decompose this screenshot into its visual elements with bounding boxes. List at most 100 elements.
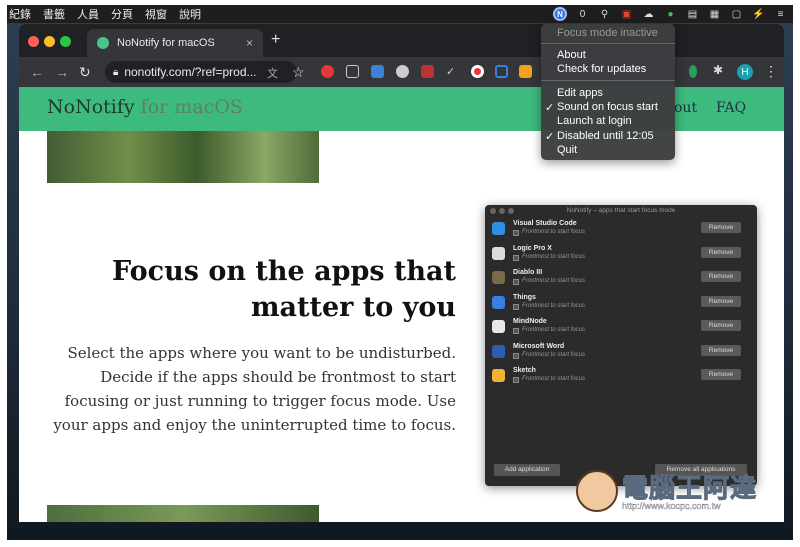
more-menu-icon[interactable]: ⋮ [764,63,778,80]
frontmost-checkbox[interactable] [513,352,519,359]
menu-check-updates[interactable]: Check for updates [557,63,646,75]
extension-icon-10[interactable] [689,65,697,78]
remove-app-button[interactable]: Remove [701,271,741,282]
puzzle-icon[interactable]: ✱ [713,63,726,77]
app-row: Microsoft Word Frontmost to start focus Re… [485,340,757,365]
remove-app-button[interactable]: Remove [701,295,741,307]
tab-nonotify[interactable]: NoNotify for macOS × [87,29,263,57]
site-logo[interactable]: NoNotify for macOS [47,96,243,118]
extension-icon-1[interactable] [321,65,334,78]
extension-icon-3[interactable] [371,65,384,78]
app-name: Sketch [513,367,536,374]
profile-avatar[interactable]: H [737,64,753,80]
cloud-icon[interactable]: ☁ [642,9,655,20]
close-tab-icon[interactable]: × [246,36,253,50]
nav-link-about[interactable]: out [674,100,697,116]
pin-icon[interactable]: ⚲ [598,9,611,20]
frontmost-checkbox[interactable] [513,279,519,285]
app-window-titlebar: NoNotify – apps that start focus mode [485,205,757,217]
close-window-button[interactable] [28,36,39,47]
menu-bookmarks[interactable]: 書籤 [43,6,65,22]
menu-launch-at-login[interactable]: Launch at login [557,115,632,127]
app-name: Microsoft Word [513,342,565,350]
add-application-button[interactable]: Add application [494,464,560,476]
menu-history[interactable]: 紀錄 [9,6,31,22]
frontmost-checkbox[interactable] [513,377,519,383]
new-tab-button[interactable]: + [271,31,280,49]
extension-icon-7[interactable] [471,65,484,78]
control-center-icon[interactable]: ≡ [774,9,787,20]
app-icon [492,320,505,333]
menu-status-text: Focus mode inactive [557,27,658,39]
bookmark-star-icon[interactable]: ☆ [292,64,305,81]
line-icon[interactable]: ● [664,9,677,20]
lock-icon: 🔒︎ [113,66,119,78]
remove-app-button[interactable]: Remove [701,344,741,356]
watermark-text: 電腦王阿達 [621,474,758,505]
app-close-button[interactable] [490,208,496,214]
frontmost-label: Frontmost to start focus [522,253,586,260]
remove-app-button[interactable]: Remove [701,320,741,331]
minimize-window-button[interactable] [44,36,55,47]
reload-icon[interactable]: ↻ [79,64,91,81]
display-icon[interactable]: ▢ [730,9,743,20]
extension-icon-9[interactable] [519,65,532,78]
mail-icon[interactable]: ▣ [620,9,633,20]
frontmost-label: Frontmost to start focus [522,302,586,309]
menu-quit[interactable]: Quit [557,144,577,156]
menu-tabs[interactable]: 分頁 [111,6,133,22]
app-icon [492,271,505,284]
app-icon [492,246,505,260]
nonotify-favicon [97,37,109,49]
app-minimize-button[interactable] [499,208,505,214]
app-icon [492,222,505,235]
zoom-window-button[interactable] [60,36,71,47]
menu-about[interactable]: About [557,49,586,61]
logo-sub: for macOS [140,96,243,118]
app-icon [492,344,505,358]
tray-counter[interactable]: 0 [576,9,589,20]
frontmost-label: Frontmost to start focus [522,327,586,333]
frontmost-checkbox[interactable] [513,230,519,236]
app-name: Things [513,293,536,301]
menu-disabled-until[interactable]: Disabled until 12:05 [557,130,654,142]
disabled-checkmark-icon: ✓ [545,131,555,143]
extension-icon-8[interactable] [495,65,508,78]
frontmost-label: Frontmost to start focus [522,278,586,284]
remove-app-button[interactable]: Remove [701,222,741,233]
remove-app-button[interactable]: Remove [701,369,741,380]
translate-icon[interactable]: 文 [267,65,278,81]
app-name: Visual Studio Code [513,220,577,227]
mascot-face-icon [576,470,618,512]
frontmost-checkbox[interactable] [513,303,519,310]
menu-extras-icon[interactable]: ▤ [686,9,699,20]
menu-people[interactable]: 人員 [77,6,99,22]
checkmark-extension-icon[interactable]: ✓ [446,65,459,78]
sound-checkmark-icon: ✓ [545,102,555,114]
layout-icon[interactable]: ▦ [708,9,721,20]
app-row: Diablo III Frontmost to start focus Remove [485,266,757,291]
menu-edit-apps[interactable]: Edit apps [557,87,603,99]
menu-sound-on-focus[interactable]: Sound on focus start [557,101,658,113]
feature-heading: Focus on the apps that matter to you [111,256,456,323]
frontmost-checkbox[interactable] [513,328,519,334]
forward-icon[interactable]: → [55,64,69,80]
app-name: Logic Pro X [513,244,552,252]
extension-icon-2[interactable] [346,65,359,78]
back-icon[interactable]: ← [30,64,44,80]
app-list: Visual Studio Code Frontmost to start foc… [485,217,757,389]
menu-separator-1 [541,43,675,44]
battery-bolt-icon[interactable]: ⚡ [752,9,765,20]
frontmost-checkbox[interactable] [513,254,519,261]
nonotify-tray-icon[interactable]: N [553,7,567,21]
nonotify-tray-menu: Focus mode inactive About Check for upda… [541,24,675,160]
remove-app-button[interactable]: Remove [701,246,741,258]
extension-icon-4[interactable] [396,65,409,78]
menu-help[interactable]: 說明 [179,6,201,22]
nav-link-faq[interactable]: FAQ [716,100,746,116]
app-zoom-button[interactable] [508,208,514,214]
extension-icon-5[interactable] [421,65,434,78]
status-tray: N 0 ⚲ ▣ ☁ ● ▤ ▦ ▢ ⚡ ≡ [553,5,787,23]
mac-menu-bar: 紀錄 書籤 人員 分頁 視窗 說明 N 0 ⚲ ▣ ☁ ● ▤ ▦ ▢ ⚡ ≡ [7,5,793,23]
menu-window[interactable]: 視窗 [145,6,167,22]
